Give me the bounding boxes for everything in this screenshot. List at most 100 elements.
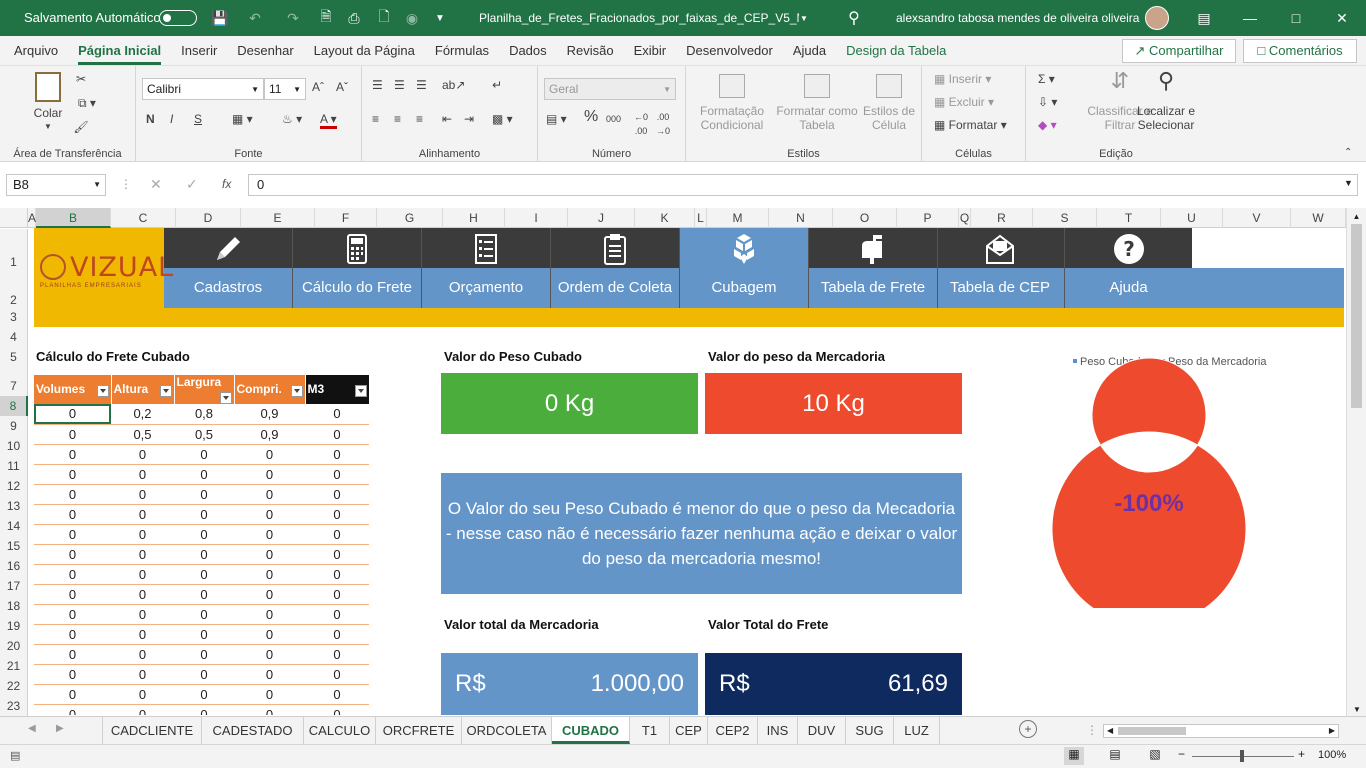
collapse-ribbon-icon[interactable]: ⌃ [1344, 146, 1352, 160]
table-cell[interactable]: 0 [174, 524, 234, 545]
row-header-9[interactable]: 9 [0, 416, 28, 436]
table-cell[interactable]: 0 [34, 644, 111, 665]
nav-cubagem[interactable]: Cubagem [680, 228, 809, 308]
cell-styles-button[interactable]: Estilos de Célula [862, 74, 916, 132]
macro-record-icon[interactable]: ▤ [10, 749, 20, 762]
table-cell[interactable]: 0 [174, 544, 234, 565]
new-file-icon[interactable]: 🗋 [374, 0, 394, 36]
enter-icon[interactable]: ✓ [186, 176, 198, 193]
table-cell[interactable]: 0 [34, 484, 111, 505]
undo-icon[interactable]: ↶ [240, 0, 270, 36]
table-cell[interactable]: 0,9 [234, 404, 305, 425]
row-header-18[interactable]: 18 [0, 596, 28, 616]
column-header-b[interactable]: B [36, 208, 111, 228]
insert-function-icon[interactable]: fx [222, 177, 231, 191]
table-cell[interactable]: 0 [234, 664, 305, 685]
nav-tabela-de-frete[interactable]: Tabela de Frete [809, 228, 938, 308]
column-header-largura[interactable]: Largura [174, 375, 235, 404]
table-cell[interactable]: 0 [34, 684, 111, 705]
sheet-tab-cadcliente[interactable]: CADCLIENTE [102, 717, 202, 744]
thousands-separator-icon[interactable]: 000 [606, 112, 621, 126]
column-header-j[interactable]: J [568, 208, 635, 228]
table-cell[interactable]: 0 [174, 604, 234, 625]
expand-formula-icon[interactable]: ▼ [1344, 178, 1353, 188]
weight-donut-chart[interactable]: Peso Cubado Peso da Mercadoria -100% 0 Kg… [1018, 343, 1278, 608]
table-cell[interactable]: 0 [34, 664, 111, 685]
row-header-19[interactable]: 19 [0, 616, 28, 636]
column-header-c[interactable]: C [111, 208, 176, 228]
table-cell[interactable]: 0 [111, 644, 174, 665]
table-cell[interactable]: 0 [111, 664, 174, 685]
customize-qat-icon[interactable]: ▼ [432, 0, 448, 36]
zoom-slider[interactable] [1192, 750, 1294, 762]
tab-arquivo[interactable]: Arquivo [4, 36, 68, 66]
sheet-tab-ordcoleta[interactable]: ORDCOLETA [462, 717, 552, 744]
table-cell[interactable]: 0 [305, 624, 369, 645]
table-cell[interactable]: 0 [234, 464, 305, 485]
table-cell[interactable]: 0 [34, 704, 111, 715]
table-cell[interactable]: 0 [234, 704, 305, 715]
sheet-tab-luz[interactable]: LUZ [894, 717, 940, 744]
scroll-left-icon[interactable]: ◀ [1107, 726, 1113, 735]
cancel-icon[interactable]: ✕ [150, 176, 162, 193]
conditional-formatting-button[interactable]: Formatação Condicional [694, 74, 770, 132]
table-cell[interactable]: 0 [305, 584, 369, 605]
next-sheet-icon[interactable]: ▶ [56, 723, 64, 734]
copy-icon[interactable]: ⧉ ▾ [72, 96, 102, 110]
wrap-text-icon[interactable]: ↵ [492, 78, 502, 92]
column-header-f[interactable]: F [315, 208, 377, 228]
align-right-icon[interactable]: ≡ [416, 112, 423, 126]
table-cell[interactable]: 0 [111, 444, 174, 465]
column-header-e[interactable]: E [241, 208, 315, 228]
tab-ajuda[interactable]: Ajuda [783, 36, 836, 66]
fill-icon[interactable]: ⇩ ▾ [1038, 95, 1057, 109]
zoom-level[interactable]: 100% [1318, 749, 1346, 761]
sheet-tab-ins[interactable]: INS [758, 717, 798, 744]
nav-ordem-de-coleta[interactable]: Ordem de Coleta [551, 228, 680, 308]
table-cell[interactable]: 0 [305, 644, 369, 665]
row-header-8[interactable]: 8 [0, 396, 28, 416]
table-cell[interactable]: 0 [174, 704, 234, 715]
table-cell[interactable]: 0 [174, 664, 234, 685]
print-icon[interactable]: ⎙ [344, 0, 364, 36]
number-format-select[interactable]: Geral ▼ [544, 78, 676, 100]
table-cell[interactable]: 0 [111, 684, 174, 705]
table-cell[interactable]: 0 [234, 684, 305, 705]
row-header-13[interactable]: 13 [0, 496, 28, 516]
table-cell[interactable]: 0 [111, 604, 174, 625]
table-cell[interactable]: 0 [305, 504, 369, 525]
font-size-select[interactable]: 11 ▼ [264, 78, 306, 100]
close-icon[interactable]: ✕ [1332, 0, 1352, 36]
comments-button[interactable]: □ Comentários [1243, 39, 1357, 63]
row-header-12[interactable]: 12 [0, 476, 28, 496]
filter-dropdown-icon[interactable] [354, 385, 367, 397]
row-header-23[interactable]: 23 [0, 696, 28, 716]
row-header-1[interactable]: 1 [0, 229, 28, 269]
sheet-tab-calculo[interactable]: CALCULO [304, 717, 376, 744]
format-painter-icon[interactable]: 🖌 [72, 120, 90, 134]
sheet-tabs-options-icon[interactable]: ⋮ [1086, 723, 1098, 737]
maximize-icon[interactable]: □ [1286, 0, 1306, 36]
filter-dropdown-icon[interactable] [96, 385, 109, 397]
orientation-icon[interactable]: ab↗ [442, 78, 465, 92]
table-cell[interactable]: 0 [174, 564, 234, 585]
table-cell[interactable]: 0 [234, 484, 305, 505]
prev-sheet-icon[interactable]: ◀ [28, 723, 36, 734]
table-cell[interactable]: 0 [174, 444, 234, 465]
align-middle-icon[interactable]: ☰ [394, 78, 405, 92]
minimize-icon[interactable]: — [1240, 0, 1260, 36]
autosave-toggle[interactable] [159, 10, 197, 26]
search-icon[interactable]: ⚲ [843, 0, 865, 36]
table-cell[interactable]: 0 [111, 624, 174, 645]
row-header-20[interactable]: 20 [0, 636, 28, 656]
table-cell[interactable]: 0 [305, 604, 369, 625]
decrease-decimal-icon[interactable]: .00 →0 [656, 110, 670, 138]
row-header-10[interactable]: 10 [0, 436, 28, 456]
table-cell[interactable]: 0 [234, 584, 305, 605]
row-header-22[interactable]: 22 [0, 676, 28, 696]
user-name[interactable]: alexsandro tabosa mendes de oliveira oli… [896, 11, 1139, 25]
filter-dropdown-icon[interactable] [290, 385, 303, 397]
column-header-g[interactable]: G [377, 208, 443, 228]
ribbon-display-icon[interactable]: ▤ [1194, 0, 1214, 36]
column-header-v[interactable]: V [1223, 208, 1291, 228]
